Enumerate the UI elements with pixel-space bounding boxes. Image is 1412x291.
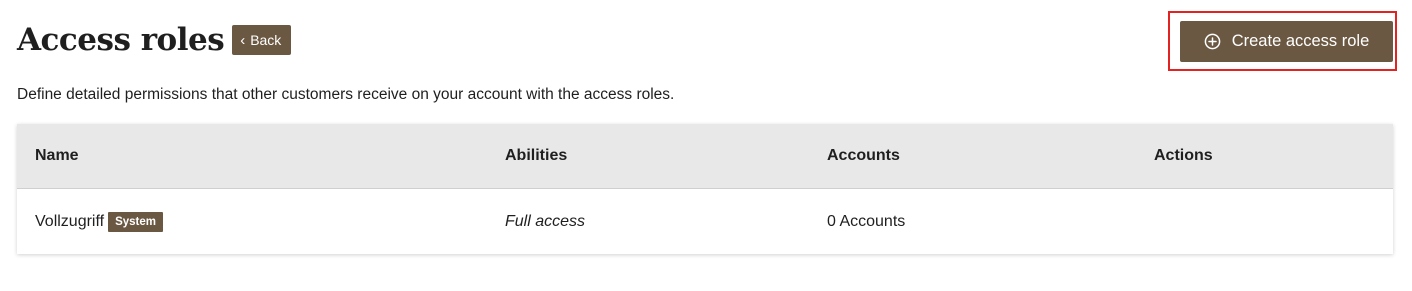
- role-accounts: 0 Accounts: [827, 212, 906, 230]
- page-header: Access roles ‹ Back: [17, 20, 292, 60]
- role-abilities: Full access: [505, 212, 586, 230]
- plus-circle-icon: [1204, 33, 1221, 50]
- column-header-abilities: Abilities: [505, 147, 568, 164]
- access-roles-page: Access roles ‹ Back Create access role D…: [0, 0, 1412, 291]
- create-button-label: Create access role: [1231, 32, 1370, 50]
- system-badge: System: [108, 211, 163, 232]
- column-header-actions: Actions: [1154, 147, 1213, 164]
- page-description: Define detailed permissions that other c…: [17, 86, 675, 103]
- column-header-accounts: Accounts: [827, 147, 900, 164]
- access-roles-table: Name Abilities Accounts Actions Vollzugr…: [17, 124, 1393, 254]
- role-name: Vollzugriff: [35, 212, 105, 230]
- role-name-cell: Vollzugriff System: [35, 189, 163, 254]
- chevron-left-icon: ‹: [240, 31, 246, 49]
- back-button[interactable]: ‹ Back: [232, 25, 292, 55]
- column-header-name: Name: [35, 147, 79, 164]
- table-row: Vollzugriff System Full access 0 Account…: [17, 189, 1393, 254]
- page-title: Access roles: [17, 22, 225, 58]
- table-header-row: Name Abilities Accounts Actions: [17, 124, 1393, 189]
- create-access-role-button[interactable]: Create access role: [1180, 21, 1393, 62]
- back-button-label: Back: [250, 32, 282, 48]
